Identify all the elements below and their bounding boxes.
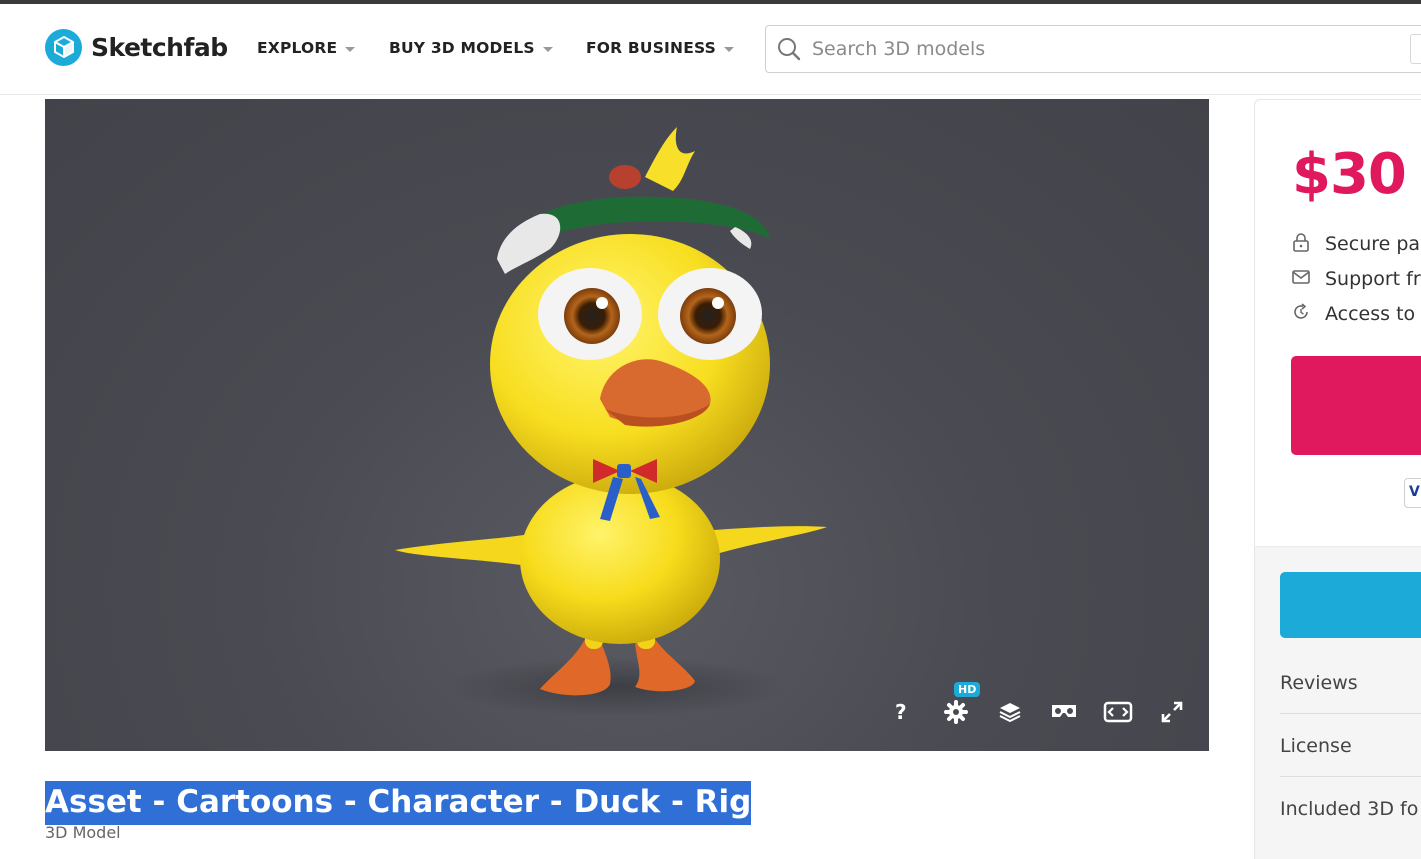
- buy-now-button[interactable]: [1291, 356, 1421, 455]
- vr-icon[interactable]: [1047, 695, 1081, 729]
- nav-explore[interactable]: EXPLORE: [257, 37, 356, 59]
- chevron-down-icon: [724, 46, 735, 52]
- model-title-wrap: Asset - Cartoons - Character - Duck - Ri…: [45, 781, 752, 825]
- feature-access: Access to f: [1291, 300, 1421, 328]
- settings-icon[interactable]: HD: [939, 682, 981, 729]
- brand-name: Sketchfab: [91, 32, 228, 62]
- site-header: Sketchfab EXPLORE BUY 3D MODELS FOR BUSI…: [0, 4, 1421, 95]
- feature-secure-payment: Secure pay: [1291, 230, 1421, 258]
- sketchfab-cube-icon: [45, 28, 82, 66]
- license-link[interactable]: License: [1280, 714, 1421, 777]
- chevron-down-icon: [542, 46, 553, 52]
- sketchfab-logo[interactable]: Sketchfab: [45, 28, 228, 66]
- update-icon: [1291, 302, 1311, 327]
- model-viewer[interactable]: ? HD: [45, 99, 1209, 751]
- lock-icon: [1291, 232, 1311, 257]
- feature-text: Secure pay: [1325, 233, 1421, 255]
- search-box[interactable]: [765, 25, 1421, 73]
- nav-explore-label: EXPLORE: [257, 39, 338, 57]
- feature-support: Support fr: [1291, 265, 1421, 293]
- nav-business-label: FOR BUSINESS: [586, 39, 717, 57]
- reviews-link[interactable]: Reviews: [1280, 651, 1421, 714]
- duck-3d-model: [395, 127, 827, 717]
- mail-icon: [1291, 267, 1311, 292]
- search-input[interactable]: [812, 29, 1372, 69]
- included-formats-link[interactable]: Included 3D fo: [1280, 777, 1421, 840]
- model-subtitle: 3D Model: [45, 823, 121, 842]
- search-icon[interactable]: [766, 26, 812, 72]
- fullscreen-icon[interactable]: [1155, 695, 1189, 729]
- layers-icon[interactable]: [993, 695, 1027, 729]
- search-filter-button[interactable]: [1410, 34, 1421, 64]
- feature-text: Access to f: [1325, 303, 1421, 325]
- add-to-cart-button[interactable]: [1280, 572, 1421, 638]
- feature-text: Support fr: [1325, 268, 1421, 290]
- theater-mode-icon[interactable]: [1101, 695, 1135, 729]
- hd-badge: HD: [954, 682, 981, 697]
- svg-text:?: ?: [895, 701, 907, 723]
- nav-for-business[interactable]: FOR BUSINESS: [586, 37, 735, 59]
- model-title: Asset - Cartoons - Character - Duck - Ri…: [45, 781, 752, 825]
- price: $30: [1292, 142, 1407, 207]
- nav-buy-label: BUY 3D MODELS: [389, 39, 535, 57]
- chevron-down-icon: [345, 46, 356, 52]
- viewer-controls: ? HD: [885, 682, 1189, 729]
- nav-buy-3d-models[interactable]: BUY 3D MODELS: [389, 37, 553, 59]
- visa-card-icon: V: [1404, 478, 1421, 508]
- purchase-panel: $30 Secure pay Support fr Access to f V …: [1254, 99, 1421, 859]
- help-icon[interactable]: ?: [885, 695, 919, 729]
